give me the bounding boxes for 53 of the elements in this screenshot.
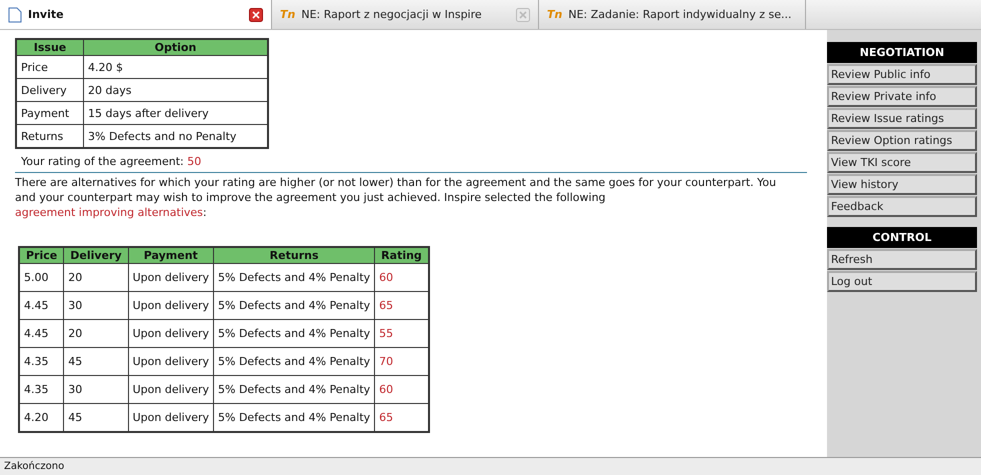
message-text: There are alternatives for which your rating are higher (or not lower) than for the agreement and the same goes for your counterpart. You and your counterpart may wish to improve the agreement you just achieved. Inspire selected the following agreement improving alternatives: [15, 175, 778, 220]
column-header: Rating [374, 247, 429, 264]
table-cell: 5% Defects and 4% Penalty [214, 376, 375, 404]
table-cell: 5% Defects and 4% Penalty [214, 348, 375, 376]
page-icon [8, 6, 22, 22]
table-cell: 45 [64, 348, 128, 376]
menu-button[interactable]: View history [827, 174, 977, 195]
table-cell: 5% Defects and 4% Penalty [214, 264, 375, 292]
table-cell: 20 [64, 320, 128, 348]
table-cell: 5% Defects and 4% Penalty [214, 320, 375, 348]
table-cell: 5.00 [19, 264, 64, 292]
logo-icon: Tn [280, 8, 296, 21]
menu-button[interactable]: Review Option ratings [827, 130, 977, 151]
table-cell: Price [16, 56, 84, 78]
column-header: Returns [214, 247, 375, 264]
menu-button[interactable]: Refresh [827, 249, 977, 270]
table-cell: Upon delivery [128, 376, 214, 404]
table-cell: Upon delivery [128, 264, 214, 292]
menu-button[interactable]: Log out [827, 271, 977, 292]
table-cell: Payment [16, 102, 84, 124]
status-text: Zakończono [0, 457, 981, 475]
table-cell: Upon delivery [128, 348, 214, 376]
rating-value: 50 [187, 155, 202, 168]
table-cell: 5% Defects and 4% Penalty [214, 292, 375, 320]
table-cell: 4.35 [19, 348, 64, 376]
table-cell: Upon delivery [128, 292, 214, 320]
table-cell: 20 [64, 264, 128, 292]
menu-button[interactable]: Feedback [827, 196, 977, 217]
column-header: Payment [128, 247, 214, 264]
column-header: Issue [16, 39, 84, 56]
browser-tab[interactable]: Invite [0, 0, 272, 29]
menu-button[interactable]: Review Issue ratings [827, 108, 977, 129]
table-cell: 30 [64, 376, 128, 404]
column-header: Option [84, 39, 268, 56]
logo-icon: Tn [547, 8, 562, 21]
table-cell: 4.45 [19, 292, 64, 320]
table-cell: 4.35 [19, 376, 64, 404]
menu-button[interactable]: Review Public info [827, 64, 977, 85]
column-header: Delivery [64, 247, 128, 264]
browser-tab[interactable]: Tn NE: Zadanie: Raport indywidualny z se... [539, 0, 806, 29]
table-cell: 4.45 [19, 320, 64, 348]
table-cell: Delivery [16, 78, 84, 102]
close-icon[interactable] [249, 8, 263, 22]
alternatives-link[interactable]: agreement improving alternatives [15, 206, 203, 219]
table-cell: Upon delivery [128, 320, 214, 348]
section-header: NEGOTIATION [827, 42, 977, 63]
menu-button[interactable]: Review Private info [827, 86, 977, 107]
rating-label: Your rating of the agreement: [21, 155, 184, 168]
table-cell: 30 [64, 292, 128, 320]
column-header: Price [19, 247, 64, 264]
section-header: CONTROL [827, 227, 977, 248]
browser-tab[interactable]: Tn NE: Raport z negocjacji w Inspire [272, 0, 539, 29]
menu-button[interactable]: View TKI score [827, 152, 977, 173]
